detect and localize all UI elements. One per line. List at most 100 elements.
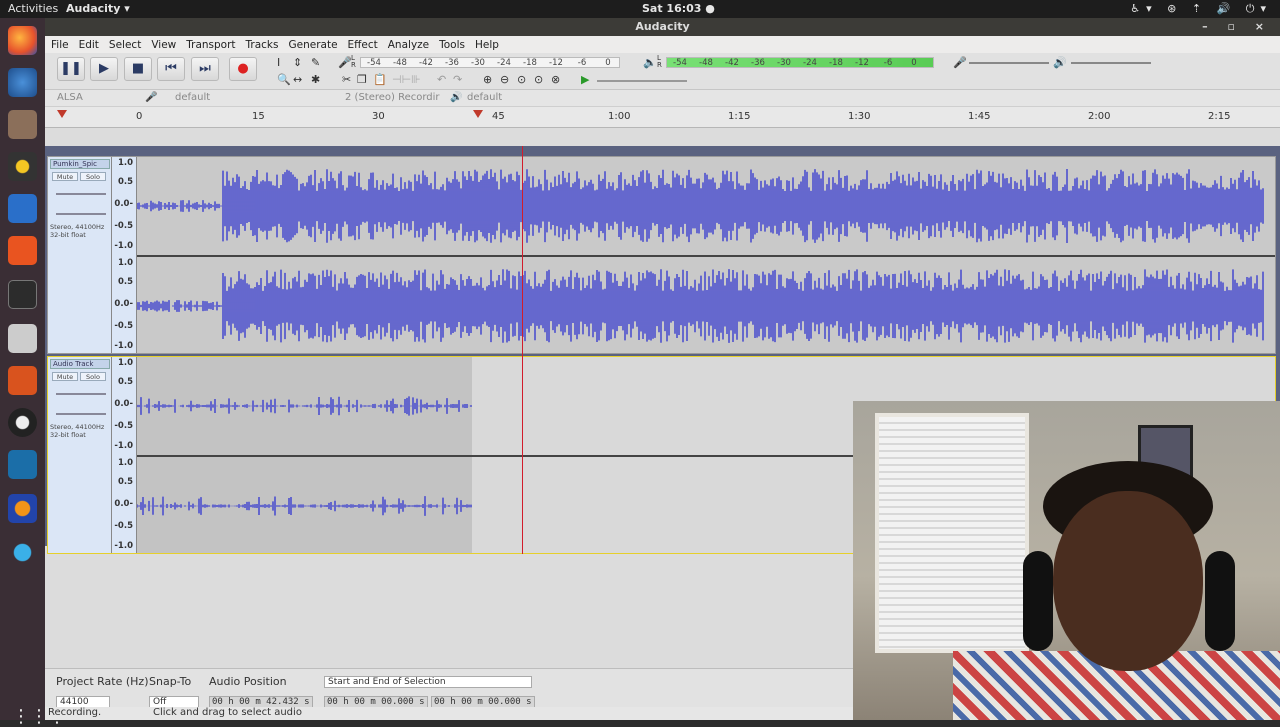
track-1-waveform[interactable] (137, 157, 1275, 353)
track-control-panel: Pumkin_Spic Mute Solo Stereo, 44100Hz 32-… (48, 157, 112, 353)
undo-icon[interactable]: ↶ (437, 73, 446, 86)
thunderbird-icon[interactable] (8, 68, 37, 97)
play-cursor-line (522, 146, 523, 554)
copy-icon[interactable]: ❐ (357, 73, 367, 86)
files-icon[interactable] (8, 110, 37, 139)
menu-tracks[interactable]: Tracks (246, 39, 279, 51)
pan-slider[interactable] (56, 413, 106, 415)
firefox-icon[interactable] (8, 26, 37, 55)
gain-slider[interactable] (56, 193, 106, 195)
play-speed-slider[interactable] (597, 80, 687, 82)
impress-icon[interactable] (8, 366, 37, 395)
menu-transport[interactable]: Transport (186, 39, 235, 51)
menu-generate[interactable]: Generate (288, 39, 337, 51)
zoom-out-icon[interactable]: ⊖ (500, 73, 509, 86)
menu-effect[interactable]: Effect (348, 39, 378, 51)
ruler-tick: 1:15 (728, 111, 751, 122)
clock[interactable]: Sat 16:03 ● (642, 2, 715, 15)
status-hint: Click and drag to select audio (153, 707, 302, 718)
stop-button[interactable]: ■ (124, 57, 152, 81)
ruler-tick: 30 (372, 111, 385, 122)
input-channels-select[interactable]: 2 (Stereo) Recordir (345, 92, 440, 103)
track-vertical-scale[interactable]: 1.0 0.5 0.0- -0.5 -1.0 1.0 0.5 0.0- -0.5… (112, 357, 137, 553)
timeline-ruler[interactable]: 0 15 30 45 1:00 1:15 1:30 1:45 2:00 2:15 (45, 107, 1280, 128)
input-device-select[interactable]: default (175, 92, 210, 103)
selection-mode-select[interactable]: Start and End of Selection (324, 676, 532, 688)
speaker-volume-slider[interactable] (1071, 62, 1151, 64)
system-top-bar: Activities Audacity ▾ Sat 16:03 ● ♿▾ ⊛ ⇡… (0, 0, 1280, 18)
redo-icon[interactable]: ↷ (453, 73, 462, 86)
playback-meter[interactable]: -54 -48 -42 -36 -30 -24 -18 -12 -6 0 (666, 57, 934, 68)
menu-file[interactable]: File (51, 39, 69, 51)
fit-project-icon[interactable]: ⊙ (534, 73, 543, 86)
draw-tool-icon[interactable]: ✎ (311, 56, 320, 69)
waveform-channel-a (137, 169, 1264, 243)
record-meter[interactable]: -54 -48 -42 -36 -30 -24 -18 -12 -6 0 (360, 57, 620, 68)
obs-icon[interactable] (8, 408, 37, 437)
play-button[interactable]: ▶ (90, 57, 118, 81)
fit-selection-icon[interactable]: ⊙ (517, 73, 526, 86)
menu-select[interactable]: Select (109, 39, 141, 51)
record-button[interactable]: ● (229, 57, 257, 81)
multi-tool-icon[interactable]: ✱ (311, 73, 320, 86)
envelope-tool-icon[interactable]: ⇕ (293, 56, 302, 69)
writer-icon[interactable] (8, 194, 37, 223)
ruler-tick: 0 (136, 111, 143, 122)
headphone-left (1023, 551, 1053, 651)
audio-track-1[interactable]: Pumkin_Spic Mute Solo Stereo, 44100Hz 32-… (47, 156, 1276, 354)
menu-help[interactable]: Help (475, 39, 499, 51)
settings-icon[interactable] (8, 538, 37, 567)
pause-button[interactable]: ❚❚ (57, 57, 85, 81)
mute-button[interactable]: Mute (52, 372, 78, 381)
activities-button[interactable]: Activities (8, 2, 58, 15)
menu-analyze[interactable]: Analyze (388, 39, 429, 51)
play-position-marker[interactable] (473, 110, 483, 118)
menu-edit[interactable]: Edit (79, 39, 99, 51)
skip-to-start-button[interactable]: ⏮ (157, 57, 185, 81)
output-device-select[interactable]: default (467, 92, 502, 103)
track-info: Stereo, 44100Hz 32-bit float (50, 223, 105, 239)
camera-icon[interactable] (8, 324, 37, 353)
webcam-overlay (853, 401, 1280, 720)
window-controls[interactable]: – ▫ × (1202, 18, 1272, 36)
ruler-tick: 2:15 (1208, 111, 1231, 122)
terminal-icon[interactable] (8, 280, 37, 309)
skip-to-end-button[interactable]: ⏭ (191, 57, 219, 81)
zoom-in-icon[interactable]: ⊕ (483, 73, 492, 86)
zoom-tool-icon[interactable]: 🔍 (277, 73, 291, 86)
solo-button[interactable]: Solo (80, 172, 106, 181)
play-at-speed-icon[interactable]: ▶ (581, 73, 589, 86)
ruler-tick: 2:00 (1088, 111, 1111, 122)
gain-slider[interactable] (56, 393, 106, 395)
software-center-icon[interactable] (8, 236, 37, 265)
blue-app-icon[interactable] (8, 450, 37, 479)
track-name-menu[interactable]: Audio Track (50, 359, 110, 369)
track-name-menu[interactable]: Pumkin_Spic (50, 159, 110, 169)
silence-icon[interactable]: ⊪ (411, 73, 421, 86)
audio-host-select[interactable]: ALSA (57, 92, 83, 103)
solo-button[interactable]: Solo (80, 372, 106, 381)
ruler-start-marker[interactable] (57, 110, 67, 118)
menu-view[interactable]: View (151, 39, 176, 51)
rhythmbox-icon[interactable] (8, 152, 37, 181)
selection-tool-icon[interactable]: I (277, 56, 280, 69)
app-menu[interactable]: Audacity ▾ (66, 2, 130, 15)
track-info: Stereo, 44100Hz 32-bit float (50, 423, 105, 439)
zoom-toggle-icon[interactable]: ⊗ (551, 73, 560, 86)
trim-icon[interactable]: ⊣⊢ (392, 73, 411, 86)
cut-icon[interactable]: ✂ (342, 73, 351, 86)
system-tray[interactable]: ♿▾ ⊛ ⇡ 🔊 ⏻▾ (1130, 2, 1272, 16)
playback-meter-speaker-icon[interactable]: 🔈 (643, 56, 657, 69)
menu-tools[interactable]: Tools (439, 39, 465, 51)
record-meter-mic-icon[interactable]: 🎤 (338, 56, 352, 69)
paste-icon[interactable]: 📋 (373, 73, 387, 86)
pan-slider[interactable] (56, 213, 106, 215)
ruler-tick: 1:00 (608, 111, 631, 122)
track-vertical-scale[interactable]: 1.0 0.5 0.0- -0.5 -1.0 1.0 0.5 0.0- -0.5… (112, 157, 137, 353)
ruler-tick: 1:45 (968, 111, 991, 122)
mute-button[interactable]: Mute (52, 172, 78, 181)
timeshift-tool-icon[interactable]: ↔ (293, 73, 302, 86)
audacity-icon[interactable] (8, 494, 37, 523)
mic-volume-slider[interactable] (969, 62, 1049, 64)
record-meter-lr: L R (351, 54, 356, 69)
